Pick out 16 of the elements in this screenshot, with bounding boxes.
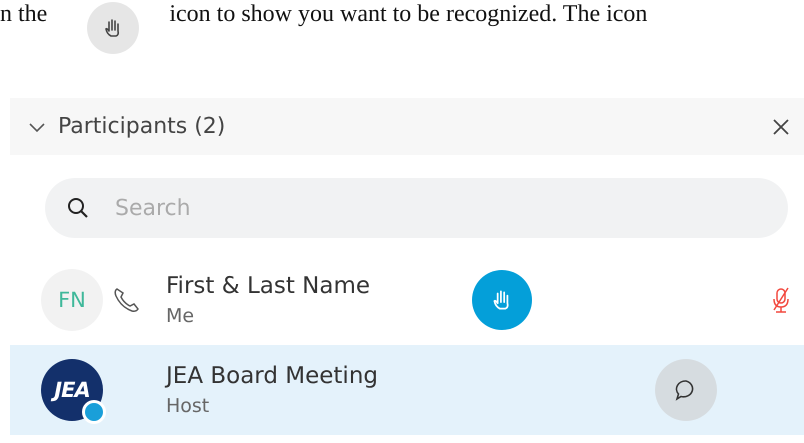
participant-row[interactable]: JEA JEA Board Meeting Host [10, 345, 804, 435]
search-icon [67, 197, 89, 219]
participant-role: Me [166, 305, 196, 327]
participant-role: Host [166, 395, 210, 417]
participant-name: First & Last Name [166, 273, 372, 299]
document-text: icon to show you want to be recognized. The icon [169, 0, 648, 28]
panel-title: Participants (2) [58, 114, 226, 139]
participant-row[interactable]: FN First & Last Name Me [10, 255, 804, 345]
chevron-icon[interactable] [28, 120, 46, 132]
close-icon[interactable] [772, 118, 790, 136]
participant-name: JEA Board Meeting [166, 363, 379, 389]
muted-microphone-icon[interactable] [772, 286, 790, 314]
document-text: n the [0, 0, 48, 28]
avatar: FN [41, 269, 103, 331]
search-field[interactable]: Search [45, 178, 788, 238]
logo-avatar: JEA [41, 359, 103, 421]
